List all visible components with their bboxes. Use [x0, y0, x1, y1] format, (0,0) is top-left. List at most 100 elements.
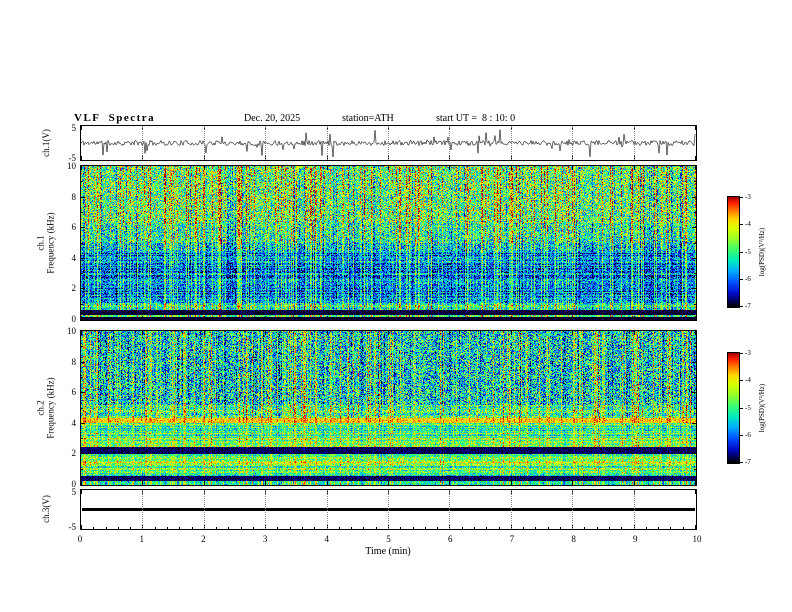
axis-tick: [692, 227, 696, 228]
minute-grid-line: [449, 126, 450, 160]
x-tick-label: 10: [692, 534, 702, 544]
axis-tick: [265, 316, 266, 320]
colorbar-ch2-tick-label: -5: [745, 404, 751, 412]
axis-tick: [388, 331, 389, 335]
colorbar-ch1-tick-label: -4: [745, 220, 751, 228]
colorbar-ch1-tick: [740, 279, 743, 280]
colorbar-ch1-tick: [740, 252, 743, 253]
axis-tick: [81, 227, 85, 228]
axis-minor-tick: [560, 527, 561, 529]
colorbar-ch1-tick: [740, 306, 743, 307]
p1-y-axis-title: ch.1(V): [40, 129, 51, 157]
axis-tick: [692, 423, 696, 424]
axis-minor-tick: [192, 527, 193, 529]
x-tick-label: 5: [386, 534, 391, 544]
minute-grid-line: [634, 126, 635, 160]
axis-minor-tick: [118, 527, 119, 529]
y-tick-label: 0: [71, 314, 77, 324]
axis-minor-tick: [535, 527, 536, 529]
colorbar-ch1: [727, 196, 740, 308]
axis-minor-tick: [548, 527, 549, 529]
axis-tick: [692, 362, 696, 363]
minute-grid-line: [327, 490, 328, 529]
colorbar-ch2-tick: [740, 408, 743, 409]
axis-minor-tick: [584, 527, 585, 529]
axis-tick: [81, 126, 82, 130]
axis-tick: [692, 392, 696, 393]
axis-minor-tick: [621, 527, 622, 529]
axis-minor-tick: [670, 527, 671, 529]
axis-tick: [142, 316, 143, 320]
axis-tick: [695, 126, 696, 130]
colorbar-ch2: [727, 352, 740, 464]
axis-tick: [634, 331, 635, 335]
minute-grid-line: [511, 490, 512, 529]
axis-tick: [81, 490, 82, 494]
minute-grid-line: [265, 490, 266, 529]
axis-minor-tick: [81, 377, 83, 378]
date-label: Dec. 20, 2025: [244, 113, 301, 124]
axis-minor-tick: [81, 469, 83, 470]
minute-grid-line: [327, 126, 328, 160]
axis-minor-tick: [106, 527, 107, 529]
axis-tick: [572, 331, 573, 335]
p2-y-axis-title-line1: ch.1: [35, 235, 46, 251]
p2-canvas: [81, 166, 696, 320]
colorbar-ch2-tick: [740, 462, 743, 463]
y-tick-label: 10: [67, 161, 76, 171]
y-tick-label: 10: [67, 326, 76, 336]
minute-grid-line: [449, 490, 450, 529]
axis-tick: [511, 316, 512, 320]
p3-y-axis-title-line2: Frequency (kHz): [46, 377, 56, 439]
p3-y-axis-title: ch.2 Frequency (kHz): [36, 377, 57, 438]
axis-tick: [634, 166, 635, 170]
colorbar-ch1-tick: [740, 197, 743, 198]
axis-tick: [511, 166, 512, 170]
axis-minor-tick: [425, 527, 426, 529]
axis-tick: [81, 481, 82, 485]
axis-minor-tick: [486, 527, 487, 529]
axis-minor-tick: [241, 527, 242, 529]
axis-minor-tick: [694, 243, 696, 244]
y-tick-label: 6: [71, 387, 77, 397]
axis-tick: [695, 166, 696, 170]
minute-grid-line: [265, 126, 266, 160]
ch3-waveform-panel: [80, 489, 697, 530]
axis-minor-tick: [694, 469, 696, 470]
axis-minor-tick: [658, 527, 659, 529]
axis-tick: [204, 316, 205, 320]
axis-tick: [327, 316, 328, 320]
axis-minor-tick: [81, 438, 83, 439]
axis-minor-tick: [683, 527, 684, 529]
axis-tick: [572, 166, 573, 170]
cb2-canvas: [728, 353, 739, 463]
axis-minor-tick: [216, 527, 217, 529]
x-tick-label: 3: [262, 534, 268, 544]
colorbar-ch1-tick-label: -7: [745, 302, 751, 310]
x-tick-label: 1: [139, 534, 144, 544]
x-tick-label: 7: [509, 534, 515, 544]
x-tick-label: 0: [77, 534, 83, 544]
axis-minor-tick: [413, 527, 414, 529]
axis-tick: [695, 156, 696, 160]
axis-tick: [204, 481, 205, 485]
ch1-waveform-panel: [80, 125, 697, 161]
axis-tick: [81, 316, 82, 320]
axis-tick: [81, 423, 85, 424]
axis-tick: [511, 481, 512, 485]
x-tick-label: 4: [324, 534, 330, 544]
axis-tick: [634, 316, 635, 320]
x-tick-label: 6: [447, 534, 453, 544]
axis-tick: [81, 392, 85, 393]
axis-tick: [572, 316, 573, 320]
axis-tick: [327, 331, 328, 335]
ch1-spectrogram-panel: [80, 165, 697, 321]
colorbar-ch2-tick: [740, 435, 743, 436]
minute-grid-line: [572, 490, 573, 529]
axis-minor-tick: [155, 527, 156, 529]
axis-minor-tick: [277, 527, 278, 529]
x-tick-label: 9: [633, 534, 638, 544]
colorbar-ch2-tick: [740, 353, 743, 354]
p2-y-axis-title: ch.1 Frequency (kHz): [36, 212, 57, 273]
axis-minor-tick: [694, 408, 696, 409]
